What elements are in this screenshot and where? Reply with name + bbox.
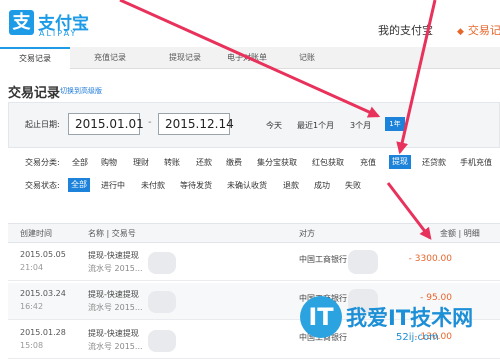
- status-unpaid[interactable]: 未付款: [141, 180, 165, 191]
- watermark-logo-icon: IT: [300, 296, 342, 338]
- current-section-link[interactable]: ◆ 交易记: [457, 22, 500, 38]
- my-alipay-link[interactable]: 我的支付宝: [378, 22, 433, 38]
- date-range-label: 起止日期:: [25, 120, 60, 129]
- row-serial: 流水号 2015...: [88, 264, 143, 273]
- quick-1-year-button[interactable]: 1年: [385, 117, 405, 131]
- alipay-logo-en: ALIPAY: [39, 29, 78, 38]
- table-row[interactable]: 2015.05.05 21:04 提现-快速提现 流水号 2015... 中国工…: [8, 244, 500, 281]
- alipay-logo-icon[interactable]: 支: [9, 10, 34, 35]
- row-time: 16:42: [20, 302, 44, 311]
- redaction-blur: [148, 291, 176, 313]
- row-date: 2015.03.24: [20, 289, 66, 298]
- col-amount: 金额 | 明细: [440, 229, 480, 238]
- row-date: 2015.01.28: [20, 328, 66, 337]
- status-unconfirmed[interactable]: 未确认收货: [227, 180, 267, 191]
- status-success[interactable]: 成功: [314, 180, 330, 191]
- category-all[interactable]: 全部: [72, 157, 88, 168]
- status-all[interactable]: 全部: [68, 178, 90, 192]
- category-loan-repay[interactable]: 还贷款: [422, 157, 446, 168]
- watermark-url: 52ij.com: [396, 332, 439, 343]
- quick-today[interactable]: 今天: [266, 120, 282, 131]
- status-awaiting-shipment[interactable]: 等待发货: [180, 180, 212, 191]
- status-refund[interactable]: 退款: [283, 180, 299, 191]
- redaction-blur: [148, 330, 176, 352]
- row-name[interactable]: 提现-快速提现: [88, 289, 139, 300]
- tab-transactions[interactable]: 交易记录: [0, 47, 70, 69]
- category-label: 交易分类:: [25, 158, 60, 167]
- date-separator: -: [148, 117, 152, 128]
- current-section-label: 交易记: [467, 24, 500, 37]
- tab-bookkeeping[interactable]: 记账: [287, 47, 327, 69]
- category-repay[interactable]: 还款: [196, 157, 212, 168]
- row-time: 21:04: [20, 263, 44, 272]
- row-date: 2015.05.05: [20, 250, 66, 259]
- start-date-input[interactable]: 2015.01.01: [68, 113, 144, 135]
- page-title: 交易记录: [8, 86, 61, 101]
- row-name[interactable]: 提现-快速提现: [88, 250, 139, 261]
- category-points[interactable]: 集分宝获取: [257, 157, 297, 168]
- col-name: 名称 | 交易号: [88, 229, 136, 238]
- row-time: 15:08: [20, 341, 44, 350]
- tab-recharge[interactable]: 充值记录: [75, 47, 145, 69]
- row-serial: 流水号 2015...: [88, 342, 143, 351]
- tab-statement[interactable]: 电子对账单: [212, 47, 282, 69]
- category-mobile-topup[interactable]: 手机充值: [460, 157, 492, 168]
- col-party: 对方: [299, 229, 315, 238]
- category-recharge[interactable]: 充值: [360, 157, 376, 168]
- category-redpacket[interactable]: 红包获取: [312, 157, 344, 168]
- row-name[interactable]: 提现-快速提现: [88, 328, 139, 339]
- status-label: 交易状态:: [25, 181, 60, 190]
- row-serial: 流水号 2015...: [88, 303, 143, 312]
- redaction-blur: [148, 252, 176, 274]
- status-in-progress[interactable]: 进行中: [101, 180, 125, 191]
- nav-tabs: 交易记录 充值记录 提现记录 电子对账单 记账: [0, 47, 500, 69]
- site-watermark: IT 我爱IT技术网 52ij.com: [300, 292, 500, 362]
- tab-withdraw[interactable]: 提现记录: [150, 47, 220, 69]
- row-party: 中国工商银行: [299, 255, 347, 264]
- redaction-blur: [348, 250, 378, 274]
- end-date-input[interactable]: 2015.12.14: [158, 113, 234, 135]
- category-shopping[interactable]: 购物: [101, 157, 117, 168]
- table-header: 创建时间 名称 | 交易号 对方 金额 | 明细: [8, 223, 500, 243]
- status-failed[interactable]: 失败: [345, 180, 361, 191]
- diamond-icon: ◆: [457, 27, 464, 37]
- category-finance[interactable]: 理财: [133, 157, 149, 168]
- watermark-text: 我爱IT技术网: [346, 306, 474, 330]
- category-withdraw[interactable]: 提现: [389, 155, 411, 169]
- top-header: 支 支付宝 ALIPAY 我的支付宝 ◆ 交易记: [0, 0, 500, 46]
- quick-1-month[interactable]: 最近1个月: [297, 120, 334, 131]
- row-amount: - 3300.00: [408, 254, 452, 264]
- category-bills[interactable]: 缴费: [226, 157, 242, 168]
- col-created: 创建时间: [20, 229, 52, 238]
- quick-3-months[interactable]: 3个月: [350, 120, 371, 131]
- advanced-version-link[interactable]: 切换到高级版: [60, 86, 102, 96]
- category-transfer[interactable]: 转账: [164, 157, 180, 168]
